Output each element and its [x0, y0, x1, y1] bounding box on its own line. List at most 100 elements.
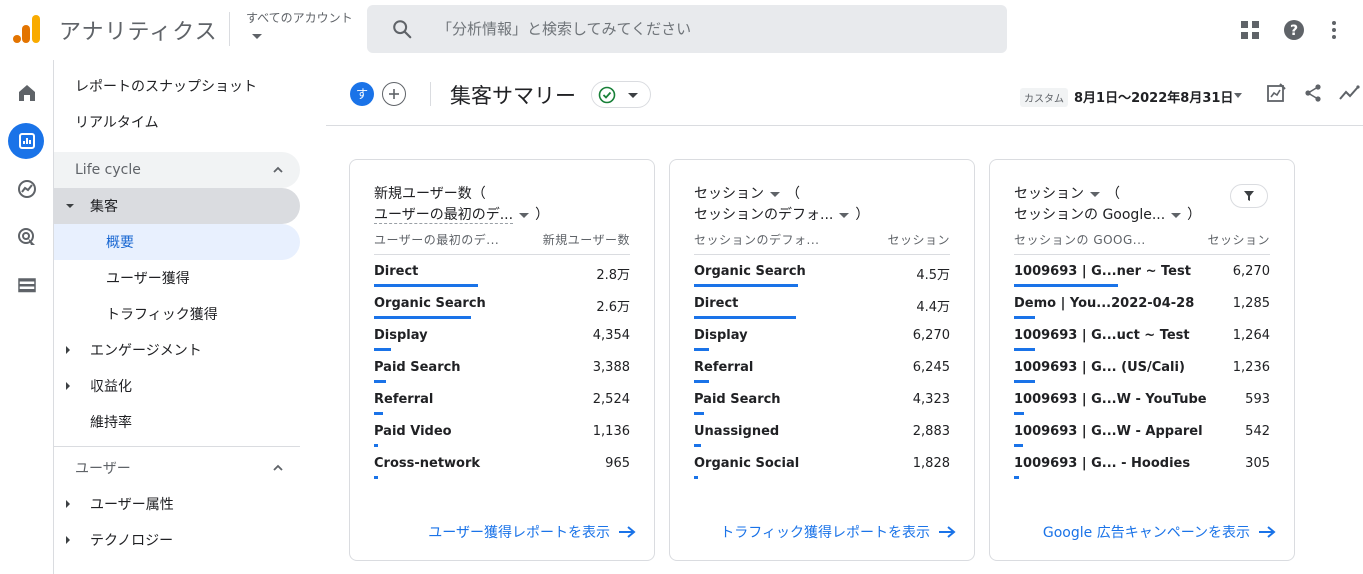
- table-row[interactable]: Cross-network 965: [374, 452, 630, 484]
- row-value: 6,270: [1232, 264, 1270, 279]
- search-icon: [393, 20, 412, 39]
- add-comparison-button[interactable]: [382, 82, 406, 106]
- section-user[interactable]: ユーザー: [54, 450, 300, 486]
- row-value: 2,883: [912, 424, 950, 439]
- row-value: 1,828: [912, 456, 950, 471]
- nav-technology[interactable]: テクノロジー: [54, 522, 300, 558]
- account-selector-label[interactable]: すべてのアカウント: [246, 9, 353, 26]
- view-traffic-acquisition-link[interactable]: トラフィック獲得レポートを表示: [720, 522, 956, 542]
- arrow-right-icon: [619, 526, 636, 538]
- column-header-dimension: ユーザーの最初のデ...: [374, 233, 500, 247]
- filter-button[interactable]: [1230, 184, 1268, 208]
- nav-engagement[interactable]: エンゲージメント: [54, 332, 300, 368]
- avatar[interactable]: す: [350, 82, 374, 106]
- dropdown-caret-icon: [839, 212, 850, 218]
- nav-traffic-acquisition[interactable]: トラフィック獲得: [54, 296, 300, 332]
- table-row[interactable]: Display 4,354: [374, 324, 630, 356]
- table-row[interactable]: Paid Search 3,388: [374, 356, 630, 388]
- column-header-metric: セッション: [1207, 233, 1270, 247]
- share-icon[interactable]: [1302, 82, 1324, 104]
- nav-acquisition[interactable]: 集客: [54, 188, 300, 224]
- nav-reports-snapshot[interactable]: レポートのスナップショット: [54, 68, 300, 104]
- divider: [694, 254, 950, 255]
- search-input[interactable]: [437, 5, 997, 53]
- card-paren: ）: [535, 207, 550, 223]
- nav-user-acquisition[interactable]: ユーザー獲得: [54, 260, 300, 296]
- reports-icon[interactable]: [13, 127, 41, 155]
- card-paren: ）: [855, 207, 870, 223]
- sessions-channel-card: セッション （ セッションのデフォ... ） セッションのデフォ... セッション …: [669, 159, 975, 561]
- card-paren: ）: [1187, 207, 1202, 223]
- nav-item-label: リアルタイム: [75, 115, 159, 131]
- row-value: 1,136: [592, 424, 630, 439]
- search-bar[interactable]: [367, 5, 1007, 53]
- row-share-bar: [1014, 412, 1024, 415]
- nav-realtime[interactable]: リアルタイム: [54, 104, 300, 140]
- row-label: Paid Video: [374, 424, 452, 439]
- table-row[interactable]: Referral 6,245: [694, 356, 950, 388]
- row-share-bar: [694, 380, 709, 383]
- customize-report-icon[interactable]: [1265, 82, 1287, 104]
- table-row[interactable]: 1009693 | G...ner ~ Test 6,270: [1014, 260, 1270, 292]
- nav-item-label: 収益化: [90, 379, 132, 395]
- explore-icon[interactable]: [13, 175, 41, 203]
- card-dimension-selector[interactable]: セッションの Google... ）: [1014, 204, 1201, 224]
- view-google-ads-campaigns-link[interactable]: Google 広告キャンペーンを表示: [1043, 522, 1276, 542]
- table-row[interactable]: Paid Search 4,323: [694, 388, 950, 420]
- table-row[interactable]: 1009693 | G...uct ~ Test 1,264: [1014, 324, 1270, 356]
- table-row[interactable]: Organic Search 4.5万: [694, 260, 950, 292]
- nav-acquisition-overview[interactable]: 概要: [54, 224, 300, 260]
- insights-icon[interactable]: [1338, 82, 1360, 104]
- table-row[interactable]: 1009693 | G... - Hoodies 305: [1014, 452, 1270, 484]
- apps-grid-icon[interactable]: [1238, 18, 1262, 42]
- row-label: Cross-network: [374, 456, 481, 471]
- section-lifecycle[interactable]: Life cycle: [54, 152, 300, 188]
- card-metric-label: セッション: [1014, 186, 1084, 202]
- table-row[interactable]: Paid Video 1,136: [374, 420, 630, 452]
- date-range-selector[interactable]: 8月1日〜2022年8月31日: [1074, 87, 1233, 106]
- help-icon[interactable]: ?: [1282, 18, 1306, 42]
- view-user-acquisition-link[interactable]: ユーザー獲得レポートを表示: [428, 522, 636, 542]
- table-row[interactable]: 1009693 | G...W - YouTube 593: [1014, 388, 1270, 420]
- table-row[interactable]: Direct 4.4万: [694, 292, 950, 324]
- nav-retention[interactable]: 維持率: [54, 404, 300, 440]
- row-value: 1,236: [1232, 360, 1270, 375]
- nav-user-attributes[interactable]: ユーザー属性: [54, 486, 300, 522]
- nav-item-label: エンゲージメント: [90, 343, 202, 359]
- row-share-bar: [694, 284, 798, 287]
- divider: [1014, 254, 1270, 255]
- analytics-logo[interactable]: [12, 13, 42, 45]
- card-title[interactable]: セッション （: [694, 184, 954, 204]
- row-label: Referral: [374, 392, 434, 407]
- report-status-dropdown[interactable]: [591, 81, 651, 108]
- table-row[interactable]: Unassigned 2,883: [694, 420, 950, 452]
- nav-monetization[interactable]: 収益化: [54, 368, 300, 404]
- date-custom-badge: カスタム: [1020, 88, 1068, 107]
- table-row[interactable]: Referral 2,524: [374, 388, 630, 420]
- home-icon[interactable]: [13, 79, 41, 107]
- card-title[interactable]: 新規ユーザー数（: [374, 184, 634, 204]
- table-row[interactable]: 1009693 | G... (US/Cali) 1,236: [1014, 356, 1270, 388]
- table-row[interactable]: Display 6,270: [694, 324, 950, 356]
- arrow-right-icon: [1259, 526, 1276, 538]
- card-dimension-selector[interactable]: セッションのデフォ... ）: [694, 204, 869, 224]
- account-dropdown-icon[interactable]: [252, 34, 262, 39]
- column-header-dimension: セッションのデフォ...: [694, 233, 820, 247]
- advertising-icon[interactable]: [13, 223, 41, 251]
- more-vert-icon[interactable]: [1322, 18, 1346, 42]
- row-share-bar: [374, 412, 383, 415]
- divider: [374, 254, 630, 255]
- table-row[interactable]: Organic Social 1,828: [694, 452, 950, 484]
- card-dimension-selector[interactable]: ユーザーの最初のデ... ）: [374, 204, 549, 224]
- row-label: 1009693 | G...W - YouTube: [1014, 392, 1207, 407]
- nav-item-label: 概要: [106, 235, 134, 251]
- configure-list-icon[interactable]: [13, 271, 41, 299]
- table-row[interactable]: Direct 2.8万: [374, 260, 630, 292]
- dropdown-caret-icon: [1090, 191, 1100, 197]
- table-row[interactable]: Organic Search 2.6万: [374, 292, 630, 324]
- nav-item-label: トラフィック獲得: [106, 307, 218, 323]
- row-value: 2.8万: [596, 268, 630, 283]
- date-dropdown-icon[interactable]: [1234, 93, 1242, 98]
- table-row[interactable]: 1009693 | G...W - Apparel 542: [1014, 420, 1270, 452]
- table-row[interactable]: Demo | You...2022-04-28 1,285: [1014, 292, 1270, 324]
